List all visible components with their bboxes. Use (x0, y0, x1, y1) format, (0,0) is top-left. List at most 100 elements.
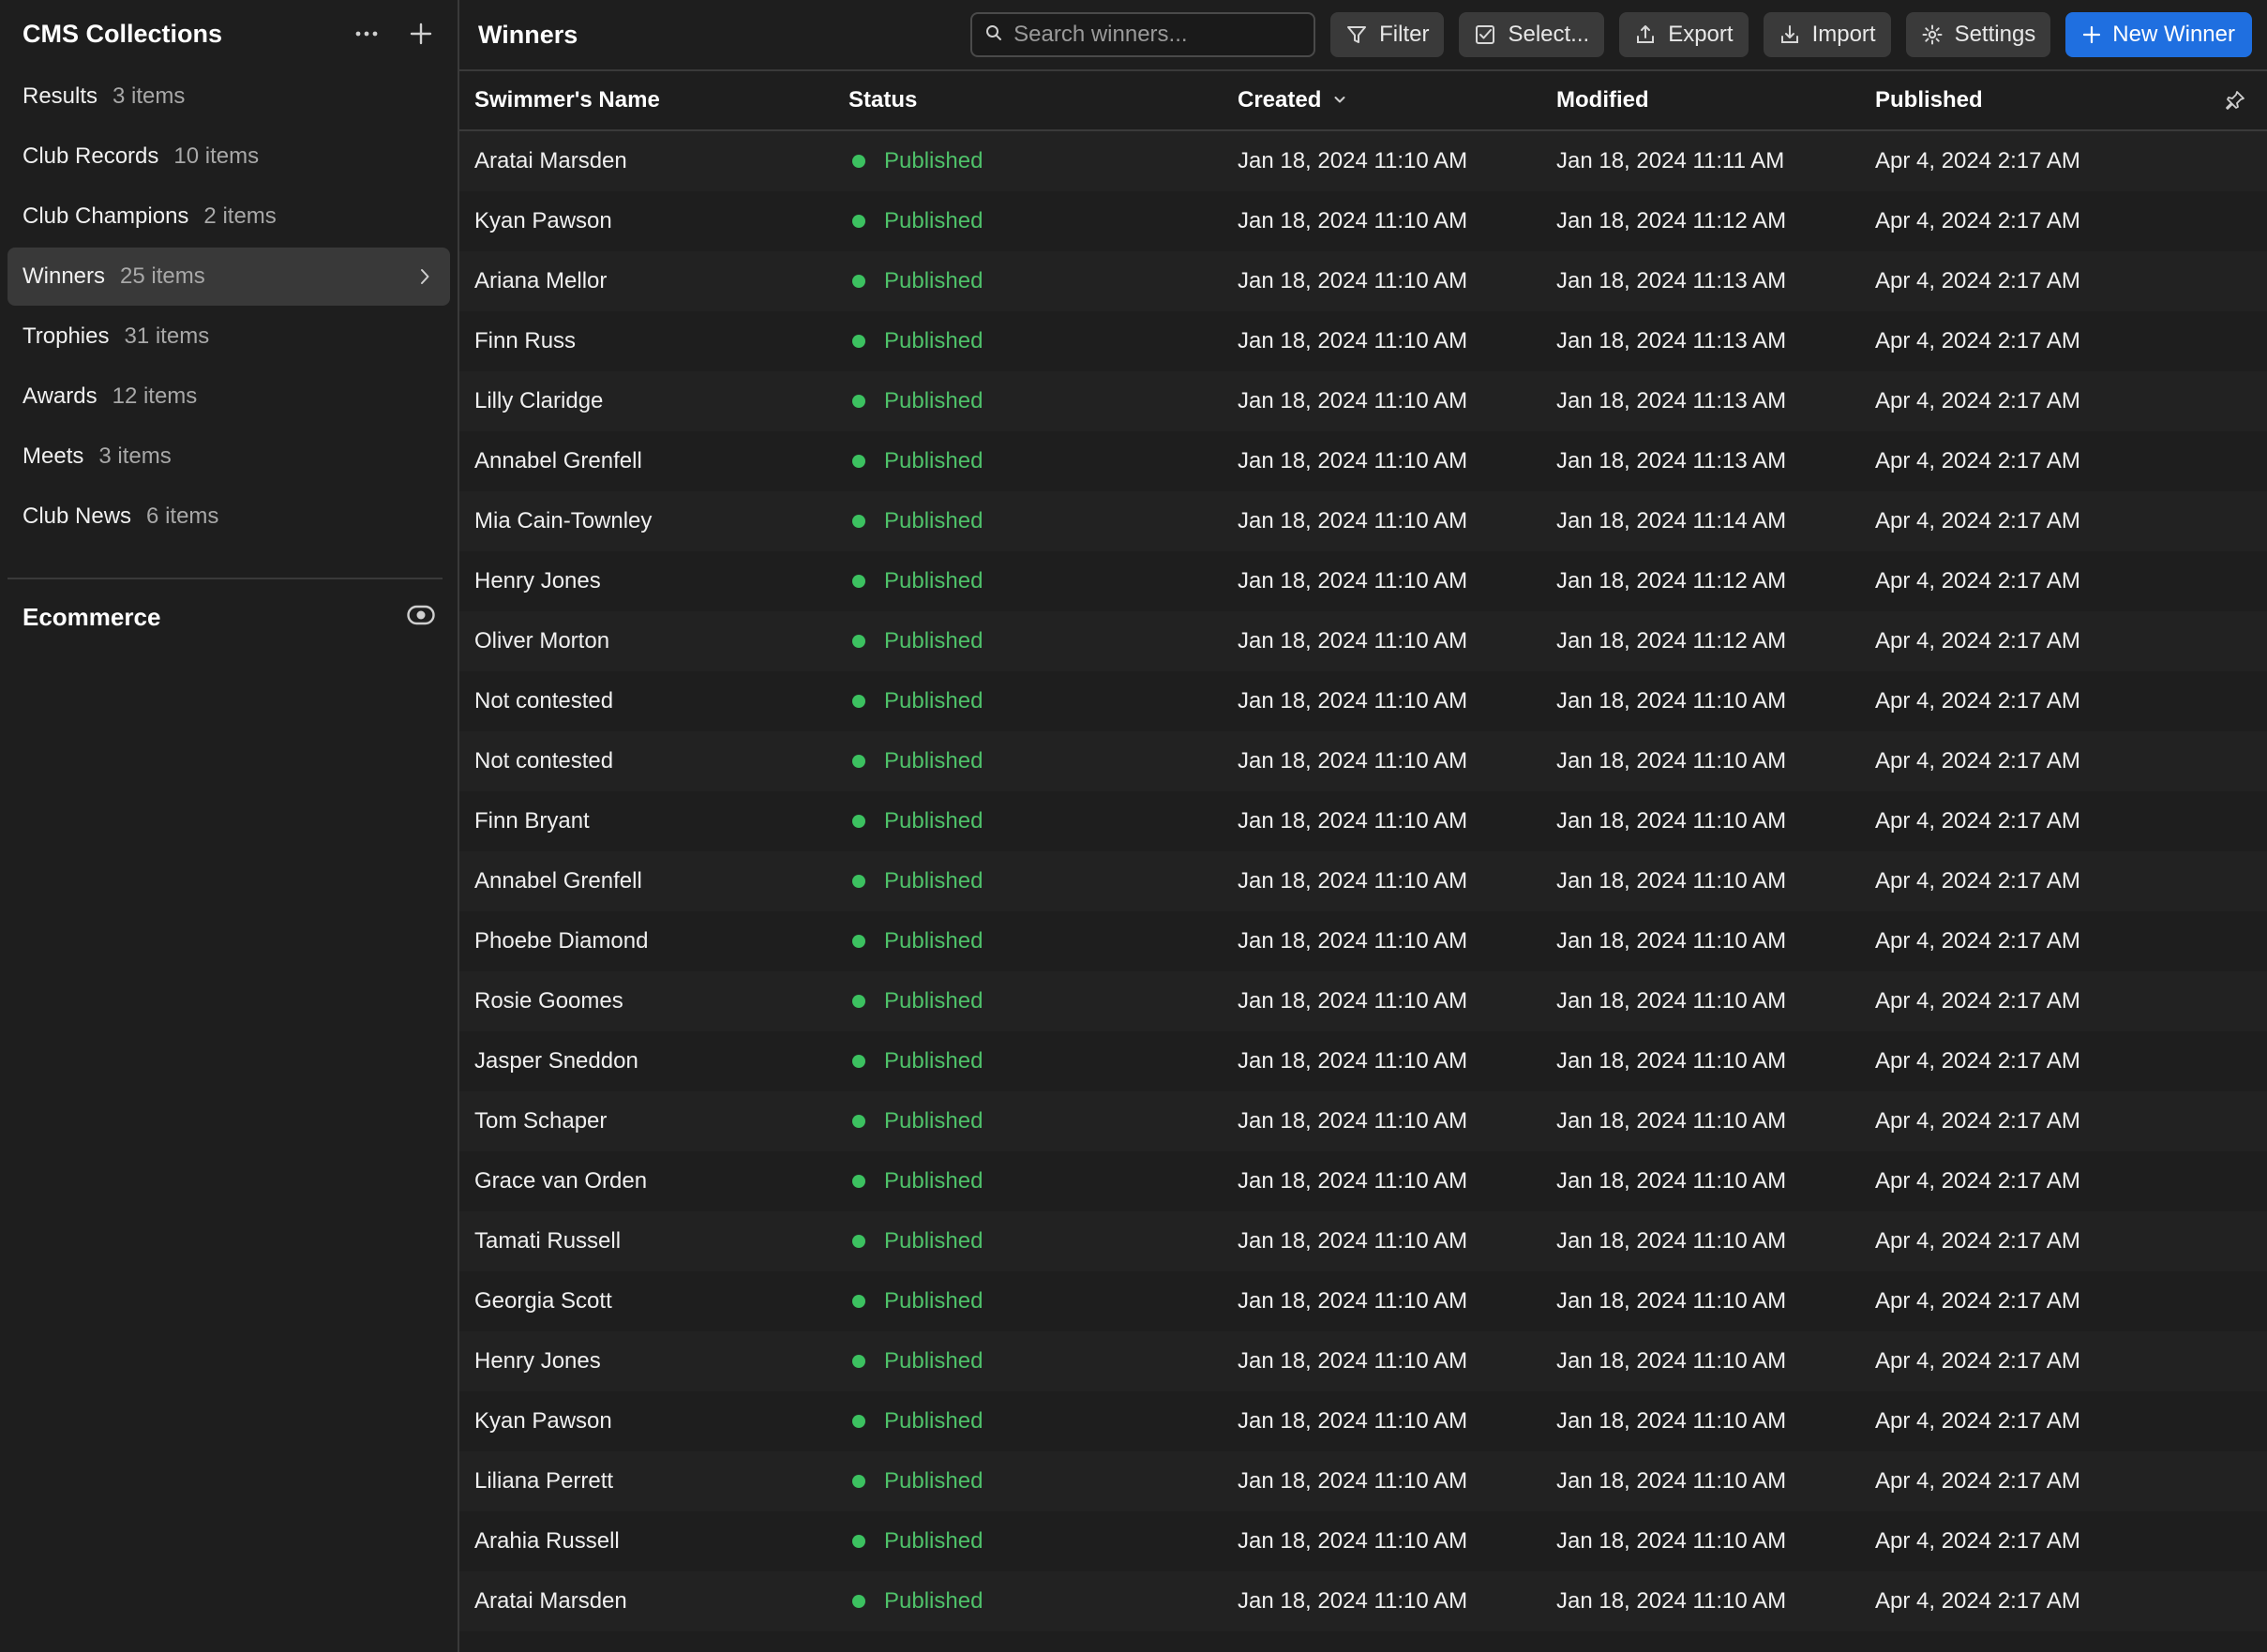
sidebar-item-label: Club Records (23, 143, 159, 169)
column-header-created[interactable]: Created (1238, 87, 1556, 113)
search-input[interactable] (1013, 22, 1305, 48)
table-row[interactable]: Annabel Grenfell Published Jan 18, 2024 11… (459, 431, 2267, 491)
more-horizontal-icon[interactable] (353, 20, 381, 48)
cell-created: Jan 18, 2024 11:10 AM (1238, 868, 1468, 894)
cell-name: Kyan Pawson (474, 208, 612, 233)
status-badge: Published (884, 1408, 983, 1434)
status-badge: Published (884, 1228, 983, 1254)
table-row[interactable]: Mia Cain-Townley Published Jan 18, 2024 11… (459, 491, 2267, 551)
cell-name: Arahia Russell (474, 1528, 620, 1554)
cell-status: Published (848, 268, 1238, 294)
table-row[interactable]: Annabel Grenfell Published Jan 18, 2024 11… (459, 851, 2267, 911)
cell-created: Jan 18, 2024 11:10 AM (1238, 1468, 1468, 1494)
cell-published: Apr 4, 2024 2:17 AM (1875, 508, 2080, 533)
status-badge: Published (884, 1348, 983, 1374)
column-header-name[interactable]: Swimmer's Name (459, 87, 848, 113)
sidebar-item-club-records[interactable]: Club Records 10 items (8, 128, 450, 186)
status-badge: Published (884, 928, 983, 954)
status-dot-icon (852, 335, 865, 348)
cell-created: Jan 18, 2024 11:10 AM (1238, 1588, 1468, 1614)
cell-modified: Jan 18, 2024 11:12 AM (1556, 208, 1787, 233)
sidebar-item-awards[interactable]: Awards 12 items (8, 368, 450, 426)
page-title: Winners (478, 20, 578, 49)
sidebar-item-club-news[interactable]: Club News 6 items (8, 488, 450, 546)
cell-modified: Jan 18, 2024 11:10 AM (1556, 808, 1787, 834)
table-row[interactable]: Henry Jones Published Jan 18, 2024 11:10 A… (459, 551, 2267, 611)
sidebar-item-count: 3 items (98, 443, 172, 469)
filter-button[interactable]: Filter (1330, 12, 1445, 57)
column-header-status[interactable]: Status (848, 87, 1238, 113)
status-dot-icon (852, 1295, 865, 1308)
table-row[interactable]: Kyan Pawson Published Jan 18, 2024 11:10 A… (459, 191, 2267, 251)
cell-modified: Jan 18, 2024 11:10 AM (1556, 1168, 1787, 1194)
toolbar-actions: Filter Select... Export (970, 12, 2252, 57)
sidebar-item-results[interactable]: Results 3 items (8, 68, 450, 126)
cell-modified: Jan 18, 2024 11:10 AM (1556, 1588, 1787, 1614)
chevron-down-icon[interactable] (1332, 87, 1347, 113)
cell-name: Ariana Mellor (474, 268, 608, 293)
status-badge: Published (884, 448, 983, 473)
table-header: Swimmer's Name Status Created Modified P… (459, 71, 2267, 131)
cell-published: Apr 4, 2024 2:17 AM (1875, 1228, 2080, 1254)
select-button[interactable]: Select... (1459, 12, 1605, 57)
table-row[interactable]: Rosie Goomes Published Jan 18, 2024 11:10 … (459, 971, 2267, 1031)
collection-list: Results 3 items Club Records 10 items Club C… (0, 68, 458, 546)
status-badge: Published (884, 988, 983, 1014)
table-row[interactable]: Aratai Marsden Published Jan 18, 2024 11:1… (459, 131, 2267, 191)
import-button[interactable]: Import (1763, 12, 1891, 57)
table-row[interactable]: Phoebe Diamond Published Jan 18, 2024 11:1… (459, 911, 2267, 971)
cell-status: Published (848, 988, 1238, 1014)
column-header-published[interactable]: Published (1875, 87, 2156, 113)
chevron-right-icon[interactable] (418, 267, 431, 286)
plus-icon[interactable] (407, 20, 435, 48)
cell-created: Jan 18, 2024 11:10 AM (1238, 1408, 1468, 1434)
status-dot-icon (852, 515, 865, 528)
table-row[interactable]: Finn Bryant Published Jan 18, 2024 11:10 A… (459, 791, 2267, 851)
cell-name: Jasper Sneddon (474, 1048, 638, 1074)
table-row[interactable]: Grace van Orden Published Jan 18, 2024 11:… (459, 1151, 2267, 1211)
sidebar-item-trophies[interactable]: Trophies 31 items (8, 308, 450, 366)
ecommerce-section[interactable]: Ecommerce (0, 579, 458, 654)
sidebar-item-label: Meets (23, 443, 84, 469)
sidebar-item-club-champions[interactable]: Club Champions 2 items (8, 188, 450, 246)
table-row[interactable]: Lilly Claridge Published Jan 18, 2024 11:1… (459, 371, 2267, 431)
table-row[interactable]: Tamati Russell Published Jan 18, 2024 11:1… (459, 1211, 2267, 1271)
cell-created: Jan 18, 2024 11:10 AM (1238, 1048, 1468, 1074)
table-row[interactable]: Not contested Published Jan 18, 2024 11:10… (459, 671, 2267, 731)
sidebar-item-meets[interactable]: Meets 3 items (8, 428, 450, 486)
cell-status: Published (848, 388, 1238, 414)
settings-button[interactable]: Settings (1905, 12, 2051, 57)
cell-modified: Jan 18, 2024 11:10 AM (1556, 1108, 1787, 1134)
table-row[interactable]: Liliana Perrett Published Jan 18, 2024 11:… (459, 1451, 2267, 1511)
eye-toggle-icon[interactable] (407, 604, 435, 631)
cell-name: Not contested (474, 688, 614, 713)
pin-icon[interactable] (2224, 89, 2246, 112)
table-row[interactable]: Tom Schaper Published Jan 18, 2024 11:10 A… (459, 1091, 2267, 1151)
status-dot-icon (852, 635, 865, 648)
table-row[interactable]: Finn Russ Published Jan 18, 2024 11:10 AM J… (459, 311, 2267, 371)
export-button[interactable]: Export (1619, 12, 1749, 57)
table-row[interactable]: Oliver Morton Published Jan 18, 2024 11:10… (459, 611, 2267, 671)
column-header-modified[interactable]: Modified (1556, 87, 1875, 113)
cell-created: Jan 18, 2024 11:10 AM (1238, 748, 1468, 773)
ecommerce-title: Ecommerce (23, 602, 161, 631)
status-badge: Published (884, 268, 983, 293)
cell-status: Published (848, 1468, 1238, 1494)
table-row[interactable]: Kyan Pawson Published Jan 18, 2024 11:10 A… (459, 1391, 2267, 1451)
table-row[interactable]: Not contested Published Jan 18, 2024 11:10… (459, 731, 2267, 791)
status-dot-icon (852, 155, 865, 168)
table-row[interactable]: Ariana Mellor Published Jan 18, 2024 11:10… (459, 251, 2267, 311)
table-row[interactable]: Jasper Sneddon Published Jan 18, 2024 11:1… (459, 1031, 2267, 1091)
cell-published: Apr 4, 2024 2:17 AM (1875, 1348, 2080, 1374)
search-box[interactable] (970, 12, 1316, 57)
cell-created: Jan 18, 2024 11:10 AM (1238, 268, 1468, 293)
new-winner-button[interactable]: New Winner (2065, 12, 2252, 57)
import-label: Import (1811, 22, 1876, 47)
sidebar-item-count: 2 items (203, 203, 277, 229)
table-row[interactable]: Georgia Scott Published Jan 18, 2024 11:10… (459, 1271, 2267, 1331)
table-row[interactable]: Arahia Russell Published Jan 18, 2024 11:1… (459, 1511, 2267, 1571)
sidebar-item-winners[interactable]: Winners 25 items (8, 248, 450, 306)
table-row[interactable]: Aratai Marsden Published Jan 18, 2024 11:1… (459, 1571, 2267, 1631)
table-row[interactable]: Henry Jones Published Jan 18, 2024 11:10 A… (459, 1331, 2267, 1391)
status-dot-icon (852, 935, 865, 948)
